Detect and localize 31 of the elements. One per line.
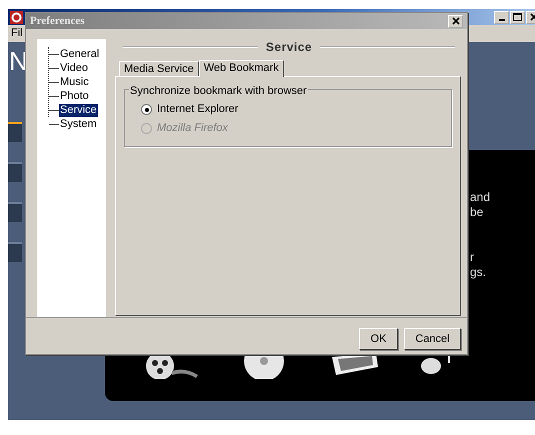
app-logo-icon [10,10,23,24]
ok-button[interactable]: OK [359,328,398,350]
tree-item[interactable]: Photo [59,90,90,102]
tree-item[interactable]: Video [59,62,89,74]
radio-label: Mozilla Firefox [157,121,228,136]
dialog-title: Preferences [30,14,85,29]
close-icon [452,17,460,25]
panel-text: r [470,250,475,265]
maximize-icon [513,13,522,21]
tree-item[interactable]: General [59,48,100,60]
close-button[interactable] [448,14,463,28]
group-label: Synchronize bookmark with browser [129,83,308,100]
radio-button[interactable] [141,104,152,115]
cancel-button[interactable]: Cancel [404,328,461,350]
tab[interactable]: Web Bookmark [198,60,284,77]
menu-item[interactable]: Fil [11,25,23,42]
section-header: Service [266,39,312,56]
radio-label: Internet Explorer [157,102,238,118]
sidebar-tab[interactable] [8,202,22,222]
sidebar-tab[interactable] [8,122,22,142]
panel-text: gs. [470,265,488,280]
tree-item[interactable]: Service [59,104,98,116]
tab[interactable]: Media Service [119,61,199,76]
tree-item[interactable]: Music [59,76,90,88]
minimize-button[interactable] [494,10,509,24]
sidebar-tab[interactable] [8,162,22,182]
panel-text: and [470,190,492,205]
sidebar-tab[interactable] [8,242,22,262]
tree-item[interactable]: System [59,118,98,130]
maximize-button[interactable] [510,10,525,24]
panel-text: be [470,205,484,220]
